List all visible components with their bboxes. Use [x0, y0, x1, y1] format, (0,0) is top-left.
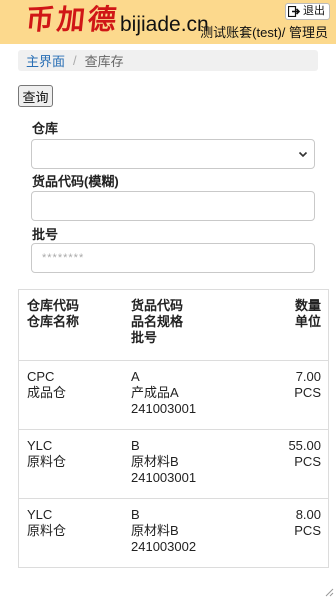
header-warehouse: 仓库代码 仓库名称 [27, 298, 79, 330]
warehouse-code: YLC [27, 438, 53, 453]
header-warehouse-name: 仓库名称 [27, 314, 80, 329]
batch-number: 241003001 [131, 470, 197, 485]
quantity: 8.00 [295, 507, 321, 522]
item-code-label: 货品代码(模糊) [32, 174, 119, 189]
header-item-name: 品名规格 [131, 314, 184, 329]
logout-button[interactable]: 退出 [285, 3, 330, 20]
item-name: 原材料B [131, 454, 179, 469]
batch-number: 241003002 [131, 539, 197, 554]
table-row: CPC 成品仓 A 产成品A 241003001 7.00 PCS [19, 361, 328, 430]
logout-label: 退出 [303, 5, 325, 17]
table-row: YLC 原料仓 B 原材料B 241003001 55.00 PCS [19, 430, 328, 499]
quantity: 7.00 [295, 369, 321, 384]
header-batch: 批号 [131, 330, 158, 345]
chevron-down-icon [298, 151, 308, 158]
batch-label: 批号 [32, 227, 59, 242]
item-cell: A 产成品A 241003001 [131, 369, 196, 417]
logo-text: 币加德 [24, 3, 121, 36]
header-unit: 单位 [294, 314, 321, 329]
batch-number: 241003001 [131, 401, 197, 416]
breadcrumb-current: 查库存 [84, 54, 124, 69]
breadcrumb-separator: / [73, 53, 77, 68]
item-cell: B 原材料B 241003001 [131, 438, 196, 486]
user-info[interactable]: 测试账套(test)/ 管理员 [200, 25, 328, 41]
table-header-row: 仓库代码 仓库名称 货品代码 品名规格 批号 数量 单位 [19, 290, 328, 361]
warehouse-cell: YLC 原料仓 [27, 438, 66, 470]
unit: PCS [294, 454, 321, 469]
breadcrumb: 主界面 / 查库存 [18, 50, 318, 71]
warehouse-label: 仓库 [32, 121, 59, 136]
header-qty: 数量 [294, 298, 321, 313]
resize-grip-icon[interactable] [325, 588, 334, 597]
warehouse-name: 成品仓 [27, 385, 67, 400]
header-warehouse-code: 仓库代码 [27, 298, 80, 313]
unit: PCS [294, 523, 321, 538]
item-cell: B 原材料B 241003002 [131, 507, 196, 555]
unit: PCS [294, 385, 321, 400]
app-header: 币加德 bijiade.cn 退出 测试账套(test)/ 管理员 [0, 0, 336, 44]
warehouse-name: 原料仓 [27, 523, 67, 538]
warehouse-name: 原料仓 [27, 454, 67, 469]
logout-icon [288, 6, 301, 17]
quantity-cell: 8.00 PCS [294, 507, 321, 539]
item-code: A [131, 369, 140, 384]
item-name: 产成品A [131, 385, 179, 400]
warehouse-code: CPC [27, 369, 55, 384]
quantity: 55.00 [288, 438, 321, 453]
item-code-input[interactable] [31, 191, 315, 221]
batch-input[interactable]: ******** [31, 243, 315, 273]
header-quantity: 数量 单位 [295, 298, 321, 330]
warehouse-cell: YLC 原料仓 [27, 507, 66, 539]
item-name: 原材料B [131, 523, 179, 538]
logo-domain: bijiade.cn [120, 13, 209, 36]
item-code: B [131, 507, 140, 522]
table-row: YLC 原料仓 B 原材料B 241003002 8.00 PCS [19, 499, 328, 568]
item-code: B [131, 438, 140, 453]
warehouse-select[interactable] [31, 139, 315, 169]
query-button[interactable]: 查询 [18, 85, 53, 107]
stock-table: 仓库代码 仓库名称 货品代码 品名规格 批号 数量 单位 CPC 成品仓 A 产… [18, 289, 329, 568]
quantity-cell: 7.00 PCS [294, 369, 321, 401]
warehouse-cell: CPC 成品仓 [27, 369, 66, 401]
batch-placeholder: ******** [42, 252, 85, 264]
header-item-code: 货品代码 [131, 298, 184, 313]
breadcrumb-home-link[interactable]: 主界面 [26, 51, 65, 70]
header-item: 货品代码 品名规格 批号 [131, 298, 183, 346]
quantity-cell: 55.00 PCS [288, 438, 321, 470]
warehouse-code: YLC [27, 507, 53, 522]
